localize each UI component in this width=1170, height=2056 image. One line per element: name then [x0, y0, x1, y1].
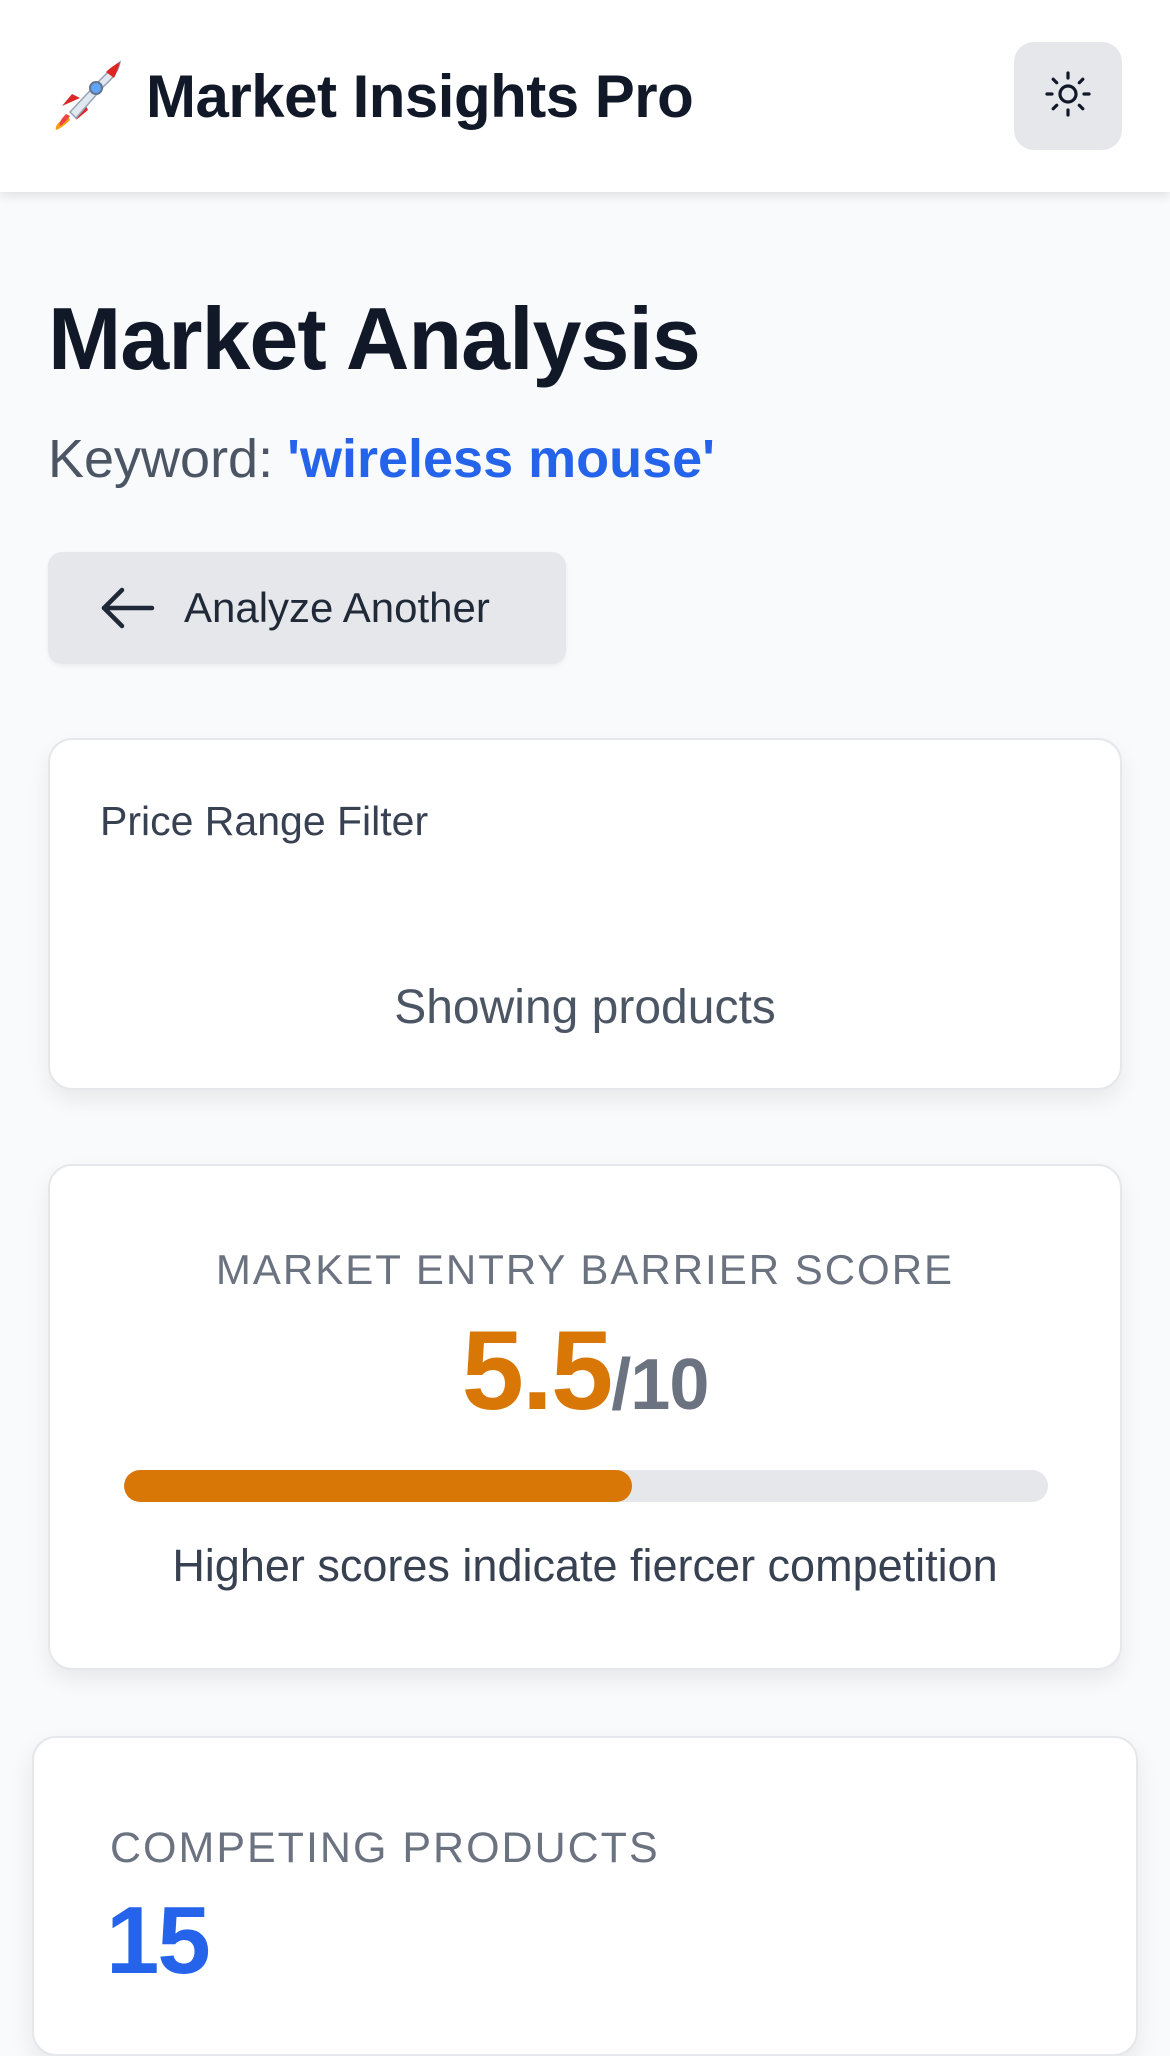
barrier-progress-bar	[124, 1470, 1048, 1502]
competing-products-card: COMPETING PRODUCTS 15	[32, 1736, 1138, 2056]
barrier-score-value: 5.5	[461, 1308, 614, 1433]
barrier-score: 5.5/10	[50, 1306, 1120, 1435]
brand: Market Insights Pro	[48, 56, 694, 136]
barrier-score-note: Higher scores indicate fiercer competiti…	[172, 1540, 998, 1591]
app-header: Market Insights Pro	[0, 0, 1170, 192]
page-title: Market Analysis	[48, 289, 701, 388]
app-title: Market Insights Pro	[146, 62, 694, 130]
sun-icon	[1043, 69, 1093, 124]
rocket-icon	[48, 58, 124, 134]
keyword-line: Keyword:'wireless mouse'	[48, 428, 715, 490]
arrow-left-icon	[100, 586, 156, 630]
competing-products-value: 15	[106, 1887, 211, 1994]
filter-status-text: Showing products	[394, 981, 776, 1034]
competing-products-label: COMPETING PRODUCTS	[110, 1824, 660, 1872]
barrier-score-label: MARKET ENTRY BARRIER SCORE	[215, 1246, 955, 1293]
barrier-score-max: /10	[611, 1345, 709, 1425]
price-range-filter-title: Price Range Filter	[100, 798, 429, 844]
analyze-another-label: Analyze Another	[184, 584, 490, 631]
price-range-filter-card: Price Range Filter Showing products	[48, 738, 1122, 1090]
theme-toggle-button[interactable]	[1014, 42, 1122, 150]
keyword-label: Keyword:	[48, 429, 274, 489]
barrier-progress-fill	[124, 1470, 633, 1502]
keyword-value: 'wireless mouse'	[287, 429, 715, 489]
barrier-score-card: MARKET ENTRY BARRIER SCORE 5.5/10 Higher…	[48, 1164, 1122, 1670]
analyze-another-button[interactable]: Analyze Another	[48, 552, 566, 664]
